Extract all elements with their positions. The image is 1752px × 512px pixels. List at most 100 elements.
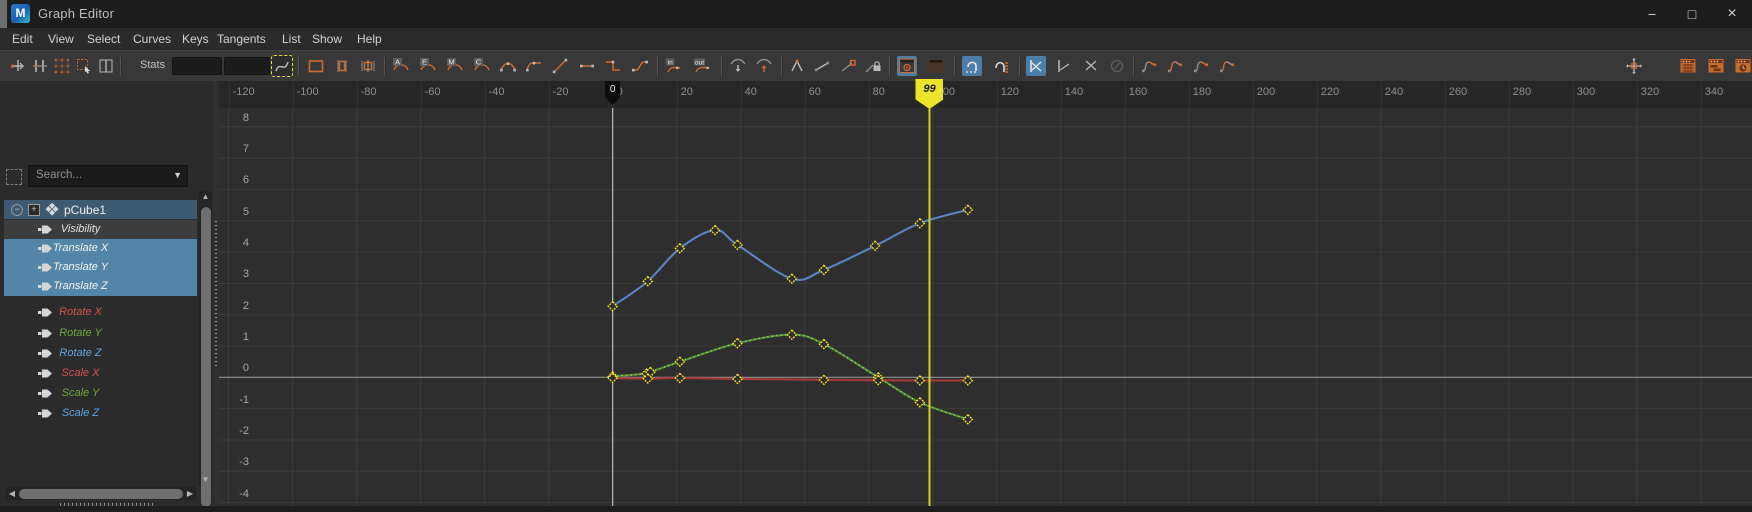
lock-tangent-weight-button-icon[interactable] <box>863 56 883 76</box>
tree-vertical-scrollbar[interactable]: ▲ ▼ <box>199 191 212 486</box>
keyframe-diamond[interactable] <box>711 226 720 235</box>
out-tangent-button-icon[interactable]: out <box>692 56 712 76</box>
region-select-keys-tool-icon[interactable] <box>74 56 94 76</box>
curve-graph-area[interactable]: -4-3-2-1012345678 <box>219 108 1752 512</box>
menu-keys[interactable]: Keys <box>182 28 209 50</box>
scroll-up-icon[interactable]: ▲ <box>199 191 212 203</box>
pre-infinity-cycle-button-icon[interactable] <box>1139 56 1159 76</box>
tree-row-scale-z[interactable]: Scale Z <box>4 404 197 423</box>
absolute-view-toggle-icon[interactable] <box>1026 56 1046 76</box>
vertical-scroll-thumb[interactable] <box>201 207 211 507</box>
clamped-tangent-button-icon[interactable] <box>524 56 544 76</box>
scroll-left-icon[interactable]: ◀ <box>6 487 18 500</box>
ruler-tick <box>741 81 742 108</box>
keyframe-diamond[interactable] <box>963 205 972 214</box>
keyframe-diamond[interactable] <box>819 265 828 274</box>
tree-row-scale-y[interactable]: Scale Y <box>4 384 197 403</box>
open-time-editor-button-icon[interactable] <box>1733 56 1752 76</box>
frame-playback-range-button-icon[interactable] <box>332 56 352 76</box>
keyframe-diamond[interactable] <box>915 219 924 228</box>
tree-row-translate-x[interactable]: Translate X <box>4 239 197 258</box>
menu-show[interactable]: Show <box>312 28 342 50</box>
auto-mix-tangent-button-icon[interactable]: M <box>445 56 465 76</box>
menu-edit[interactable]: Edit <box>12 28 33 50</box>
lattice-deform-keys-tool-icon[interactable] <box>52 56 72 76</box>
current-time-marker[interactable]: 99 <box>915 79 943 109</box>
menu-tangents[interactable]: Tangents <box>217 28 266 50</box>
tree-row-translate-z[interactable]: Translate Z <box>4 277 197 296</box>
auto-custom-tangent-button-icon[interactable]: C <box>472 56 492 76</box>
stacked-view-button-icon[interactable] <box>1054 56 1074 76</box>
keyframe-diamond[interactable] <box>915 398 924 407</box>
swap-buffer-curve-button-icon[interactable] <box>754 56 774 76</box>
post-infinity-cycle-button-icon[interactable] <box>1191 56 1211 76</box>
move-nearest-picked-key-tool-icon[interactable] <box>8 56 28 76</box>
post-infinity-cycle-offset-button-icon[interactable] <box>1217 56 1237 76</box>
origin-frame-marker[interactable]: 0 <box>605 81 620 105</box>
search-dropdown-arrow-icon[interactable]: ▼ <box>173 170 182 180</box>
menu-curves[interactable]: Curves <box>133 28 171 50</box>
retime-tool-icon[interactable] <box>96 56 116 76</box>
menu-select[interactable]: Select <box>87 28 120 50</box>
close-button[interactable]: × <box>1712 0 1752 28</box>
keyframe-diamond[interactable] <box>963 415 972 424</box>
tree-row-translate-y[interactable]: Translate Y <box>4 258 197 277</box>
search-input[interactable]: Search... ▼ <box>28 165 188 187</box>
tree-row-rotate-z[interactable]: Rotate Z <box>4 344 197 363</box>
keyframe-diamond[interactable] <box>871 241 880 250</box>
break-tangents-button-icon[interactable] <box>787 56 807 76</box>
normalized-view-button-icon[interactable] <box>1081 56 1101 76</box>
select-filter-icon[interactable] <box>6 169 22 185</box>
tree-row-scale-x[interactable]: Scale X <box>4 364 197 383</box>
minimize-button[interactable]: − <box>1632 0 1672 28</box>
keyframe-diamond[interactable] <box>819 340 828 349</box>
linear-tangent-button-icon[interactable] <box>550 56 570 76</box>
unify-tangents-button-icon[interactable] <box>812 56 832 76</box>
spline-tangent-button-icon[interactable] <box>498 56 518 76</box>
expand-icon[interactable]: + <box>28 204 40 216</box>
curve-translate-z[interactable] <box>613 378 968 381</box>
tree-row-rotate-y[interactable]: Rotate Y <box>4 324 197 343</box>
tree-row-pcube1[interactable]: − + pCube1 <box>4 200 197 219</box>
auto-tangent-button-icon[interactable]: A <box>391 56 411 76</box>
scroll-right-icon[interactable]: ▶ <box>184 487 196 500</box>
in-tangent-button-icon[interactable]: in <box>664 56 684 76</box>
curve-selection-toggle-icon[interactable] <box>272 56 292 76</box>
time-ruler[interactable]: -120-100-80-60-40-2002040608010012014016… <box>219 81 1752 109</box>
tree-row-rotate-x[interactable]: Rotate X <box>4 303 197 322</box>
keyframe-diamond[interactable] <box>819 375 828 384</box>
keyframe-diamond[interactable] <box>787 330 796 339</box>
time-snap-toggle-icon[interactable] <box>962 56 982 76</box>
pre-infinity-cycle-offset-button-icon[interactable] <box>1165 56 1185 76</box>
ghost-curves-button-icon[interactable] <box>926 56 946 76</box>
stats-value-field[interactable] <box>224 57 270 75</box>
keyframe-diamond[interactable] <box>787 274 796 283</box>
horizontal-scroll-thumb[interactable] <box>19 489 183 499</box>
plateau-tangent-button-icon[interactable] <box>630 56 650 76</box>
menu-list[interactable]: List <box>282 28 301 50</box>
menu-help[interactable]: Help <box>357 28 382 50</box>
value-snap-toggle-icon[interactable] <box>991 56 1011 76</box>
normalize-curves-button-icon[interactable] <box>1107 56 1127 76</box>
curve-translate-x[interactable] <box>613 210 968 306</box>
stats-time-field[interactable] <box>172 57 222 75</box>
auto-frame-toggle-icon[interactable] <box>897 56 917 76</box>
scroll-down-icon[interactable]: ▼ <box>199 474 212 486</box>
tree-horizontal-scrollbar[interactable]: ◀ ▶ <box>6 487 196 500</box>
open-dope-sheet-button-icon[interactable] <box>1678 56 1698 76</box>
step-tangent-button-icon[interactable] <box>603 56 623 76</box>
auto-ease-tangent-button-icon[interactable]: E <box>418 56 438 76</box>
ruler-tick <box>1637 81 1638 108</box>
flat-tangent-button-icon[interactable] <box>577 56 597 76</box>
collapse-icon[interactable]: − <box>11 204 23 216</box>
maximize-button[interactable]: □ <box>1672 0 1712 28</box>
free-tangent-weight-button-icon[interactable] <box>838 56 858 76</box>
menu-view[interactable]: View <box>48 28 74 50</box>
frame-all-button-icon[interactable] <box>306 56 326 76</box>
frame-selected-button-icon[interactable] <box>358 56 378 76</box>
open-trax-editor-button-icon[interactable] <box>1706 56 1726 76</box>
insert-keys-tool-icon[interactable] <box>30 56 50 76</box>
pan-zoom-tool-button-icon[interactable] <box>1624 56 1644 76</box>
tree-row-visibility[interactable]: Visibility <box>4 220 197 239</box>
buffer-curve-snapshot-button-icon[interactable] <box>728 56 748 76</box>
